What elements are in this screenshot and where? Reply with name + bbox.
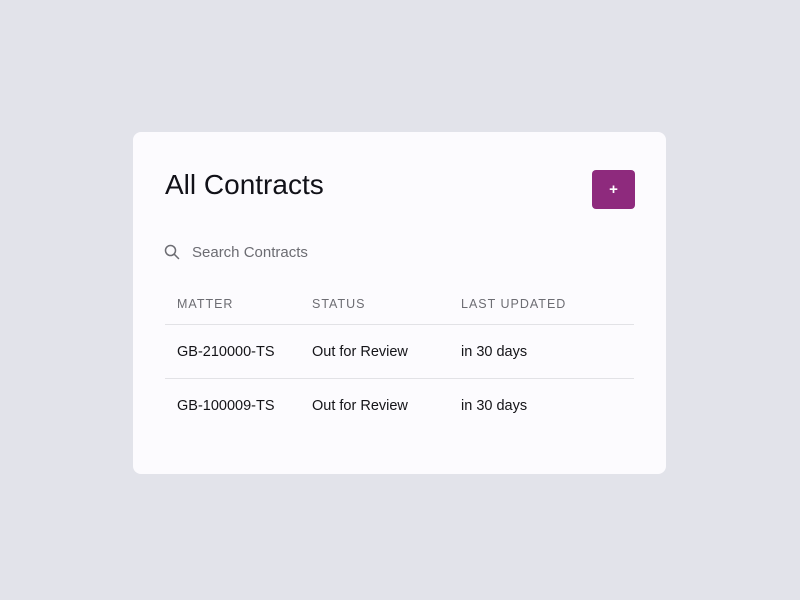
matter-cell: GB-210000-TS [177,343,275,360]
table-row[interactable]: GB-100009-TS Out for Review in 30 days [165,378,634,432]
column-header-status[interactable]: STATUS [312,297,461,311]
last-updated-cell: in 30 days [461,397,528,414]
status-cell: Out for Review [312,343,408,360]
search-input[interactable] [190,242,614,262]
search-icon [164,244,180,260]
last-updated-cell: in 30 days [461,343,528,360]
contracts-table: MATTER STATUS LAST UPDATED GB-210000-TS … [165,284,634,432]
matter-cell: GB-100009-TS [177,397,275,414]
table-header: MATTER STATUS LAST UPDATED [165,284,634,324]
contracts-card: All Contracts + MATTER STATUS LAST UPDAT… [133,132,666,474]
add-contract-button[interactable]: + [592,170,635,209]
page-title: All Contracts [165,169,324,200]
search-bar[interactable] [164,240,634,264]
table-row[interactable]: GB-210000-TS Out for Review in 30 days [165,324,634,378]
column-header-last-updated[interactable]: LAST UPDATED [461,297,634,311]
column-header-matter[interactable]: MATTER [165,297,312,311]
status-cell: Out for Review [312,397,408,414]
